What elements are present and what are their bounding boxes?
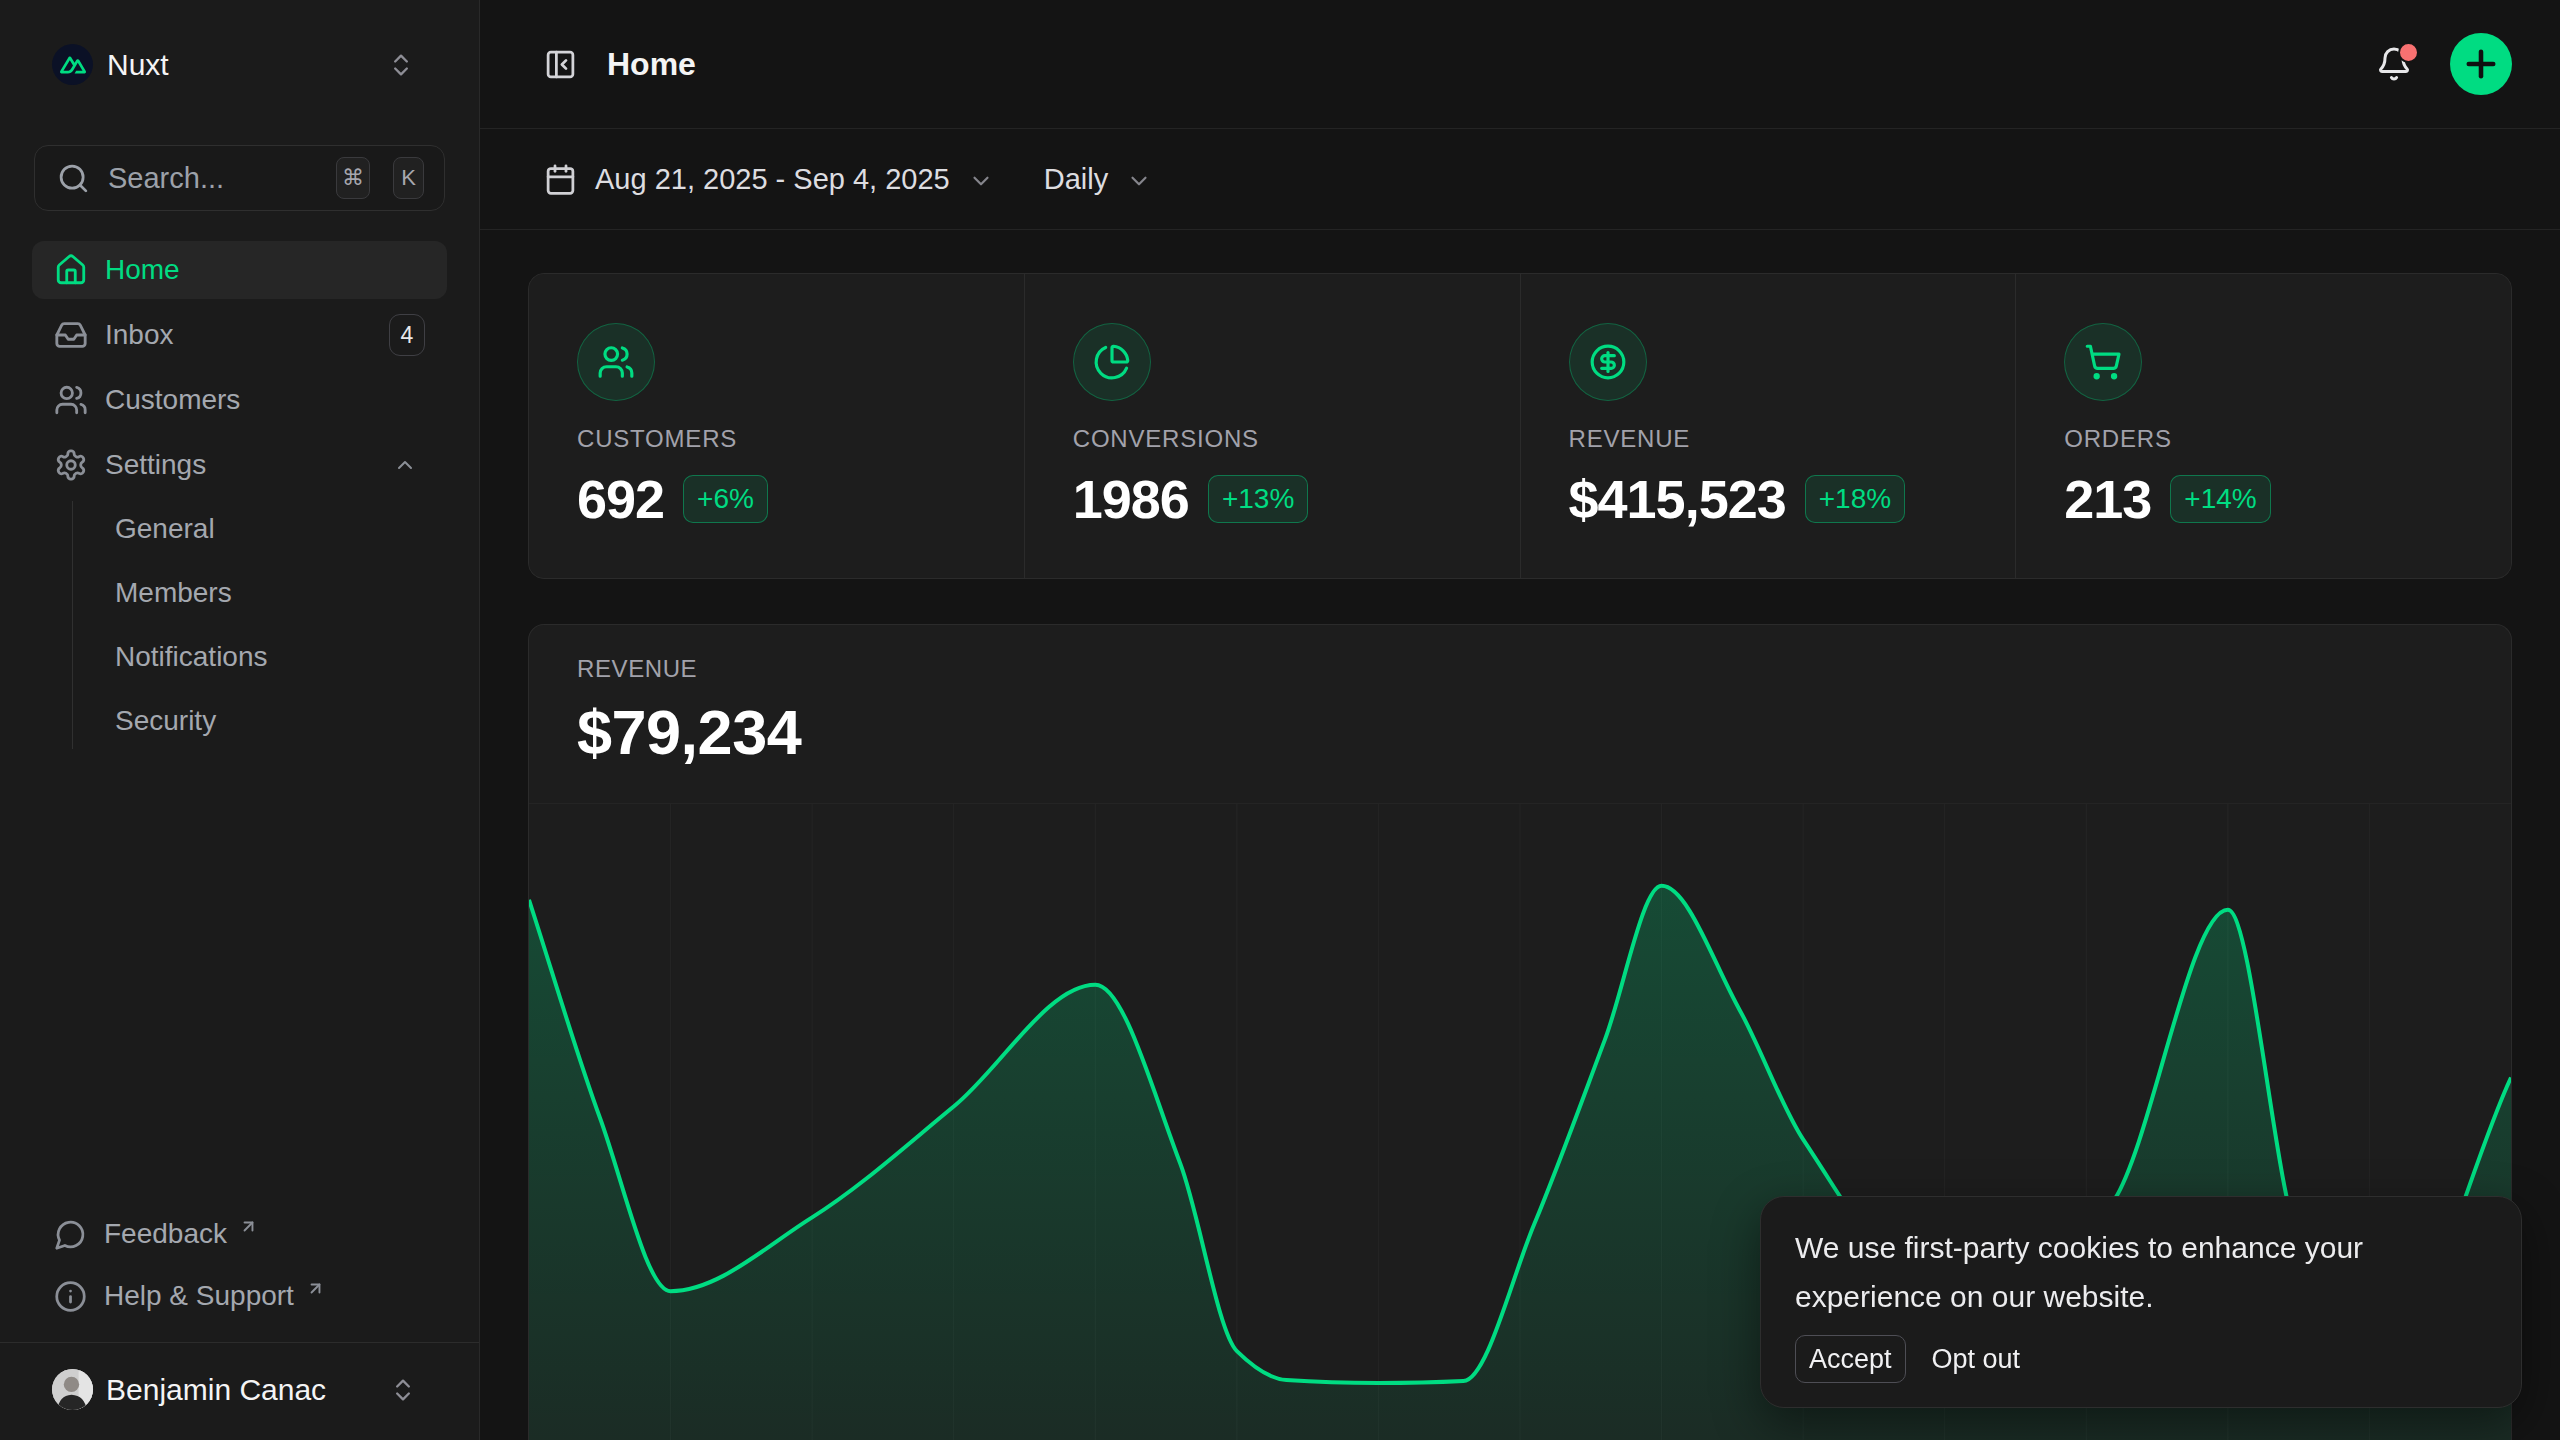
- sidebar-item-inbox[interactable]: Inbox 4: [32, 306, 447, 364]
- accept-button[interactable]: Accept: [1795, 1335, 1906, 1383]
- sidebar-item-label: Home: [105, 254, 425, 286]
- search-icon: [57, 162, 90, 195]
- plus-icon: [2460, 43, 2502, 85]
- opt-out-button[interactable]: Opt out: [1920, 1344, 2033, 1375]
- stat-card-orders[interactable]: ORDERS 213 +14%: [2016, 274, 2511, 578]
- period-label: Daily: [1044, 163, 1108, 196]
- inbox-count-badge: 4: [389, 314, 425, 356]
- users-icon: [577, 323, 655, 401]
- user-name: Benjamin Canac: [106, 1373, 376, 1407]
- toolbar: Aug 21, 2025 - Sep 4, 2025 Daily: [480, 129, 2560, 230]
- stat-value: 1986: [1073, 468, 1189, 530]
- stat-card-revenue[interactable]: REVENUE $415,523 +18%: [1521, 274, 2016, 578]
- chevron-down-icon: [968, 168, 994, 194]
- home-icon: [54, 253, 88, 287]
- external-link-arrow-icon: [306, 1279, 325, 1298]
- cookie-actions: Accept Opt out: [1795, 1335, 2485, 1383]
- users-icon: [54, 383, 88, 417]
- stats-grid: CUSTOMERS 692 +6% CONVERSIONS 1986 +13%: [528, 273, 2512, 579]
- sidebar-subitem-general[interactable]: General: [105, 501, 447, 557]
- cookie-message: We use first-party cookies to enhance yo…: [1795, 1223, 2485, 1321]
- notification-dot: [2398, 42, 2419, 63]
- stat-value-row: 692 +6%: [577, 468, 976, 530]
- team-selector[interactable]: Nuxt: [32, 30, 447, 99]
- chart-title: REVENUE: [577, 655, 2463, 683]
- nuxt-mountain-icon: [60, 52, 86, 78]
- external-link-arrow-icon: [239, 1217, 258, 1236]
- kbd-k: K: [393, 157, 424, 199]
- period-select[interactable]: Daily: [1044, 163, 1152, 196]
- sidebar-link-help[interactable]: Help & Support: [32, 1265, 447, 1327]
- shopping-cart-icon: [2064, 323, 2142, 401]
- chart-header: REVENUE $79,234: [529, 625, 2511, 768]
- stat-value-row: 213 +14%: [2064, 468, 2463, 530]
- user-menu[interactable]: Benjamin Canac: [32, 1359, 447, 1420]
- chevrons-up-down-icon: [387, 48, 415, 82]
- search-input[interactable]: Search... ⌘ K: [34, 145, 445, 211]
- sidebar-item-customers[interactable]: Customers: [32, 371, 447, 429]
- panel-left-close-icon: [544, 48, 577, 81]
- sidebar-spacer: [32, 749, 447, 1203]
- calendar-icon: [544, 163, 577, 196]
- avatar-image: [52, 1369, 93, 1410]
- sidebar: Nuxt Search... ⌘ K Home Inbox 4 Customer…: [0, 0, 480, 1440]
- stat-delta-badge: +13%: [1208, 475, 1308, 523]
- collapse-sidebar-button[interactable]: [544, 48, 577, 81]
- stat-label: CUSTOMERS: [577, 425, 976, 453]
- sidebar-item-label: Inbox: [105, 319, 372, 351]
- info-circle-icon: [54, 1280, 87, 1313]
- sidebar-divider: [0, 1342, 479, 1343]
- chevron-down-icon: [1126, 168, 1152, 194]
- stat-value: 692: [577, 468, 664, 530]
- sidebar-item-settings[interactable]: Settings: [32, 436, 447, 494]
- sidebar-link-label: Feedback: [104, 1218, 227, 1250]
- sidebar-item-label: Customers: [105, 384, 425, 416]
- message-circle-icon: [54, 1218, 87, 1251]
- notifications-button[interactable]: [2376, 46, 2412, 82]
- stat-card-conversions[interactable]: CONVERSIONS 1986 +13%: [1025, 274, 1520, 578]
- gear-icon: [54, 448, 88, 482]
- stat-label: REVENUE: [1569, 425, 1968, 453]
- stat-value-row: 1986 +13%: [1073, 468, 1472, 530]
- stat-label: CONVERSIONS: [1073, 425, 1472, 453]
- stat-value: 213: [2064, 468, 2151, 530]
- sidebar-subitem-notifications[interactable]: Notifications: [105, 629, 447, 685]
- sidebar-item-label: Settings: [105, 449, 376, 481]
- stat-value-row: $415,523 +18%: [1569, 468, 1968, 530]
- chevrons-up-down-icon: [389, 1373, 417, 1407]
- inbox-icon: [54, 318, 88, 352]
- dollar-circle-icon: [1569, 323, 1647, 401]
- cookie-banner: We use first-party cookies to enhance yo…: [1760, 1196, 2522, 1408]
- kbd-cmd: ⌘: [336, 157, 370, 199]
- sidebar-nav: Home Inbox 4 Customers Settings General …: [32, 241, 447, 749]
- avatar: [52, 1369, 93, 1410]
- page-title: Home: [607, 46, 2346, 83]
- stat-card-customers[interactable]: CUSTOMERS 692 +6%: [529, 274, 1024, 578]
- team-name: Nuxt: [107, 48, 373, 82]
- add-button[interactable]: [2450, 33, 2512, 95]
- search-placeholder: Search...: [108, 162, 318, 195]
- stat-value: $415,523: [1569, 468, 1786, 530]
- stat-delta-badge: +18%: [1805, 475, 1905, 523]
- pie-chart-icon-svg: [1093, 343, 1131, 381]
- stat-label: ORDERS: [2064, 425, 2463, 453]
- sidebar-subitem-security[interactable]: Security: [105, 693, 447, 749]
- nuxt-logo-icon: [52, 44, 93, 85]
- users-icon-svg: [597, 343, 635, 381]
- sidebar-subitem-members[interactable]: Members: [105, 565, 447, 621]
- stat-delta-badge: +14%: [2170, 475, 2270, 523]
- stat-delta-badge: +6%: [683, 475, 768, 523]
- sidebar-link-feedback[interactable]: Feedback: [32, 1203, 447, 1265]
- sidebar-link-label: Help & Support: [104, 1280, 294, 1312]
- chart-total: $79,234: [577, 696, 2463, 768]
- settings-subnav: General Members Notifications Security: [72, 501, 447, 749]
- pie-chart-icon: [1073, 323, 1151, 401]
- date-range-label: Aug 21, 2025 - Sep 4, 2025: [595, 163, 950, 196]
- shopping-cart-icon-svg: [2084, 343, 2122, 381]
- dollar-circle-icon-svg: [1589, 343, 1627, 381]
- topbar: Home: [480, 0, 2560, 129]
- sidebar-item-home[interactable]: Home: [32, 241, 447, 299]
- date-range-picker[interactable]: Aug 21, 2025 - Sep 4, 2025: [544, 163, 994, 196]
- chevron-up-icon: [393, 453, 417, 477]
